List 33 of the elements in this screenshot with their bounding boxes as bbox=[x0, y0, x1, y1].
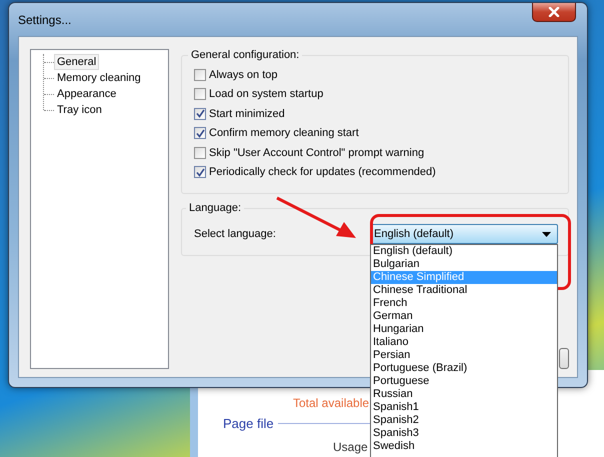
tree-item[interactable]: Tray icon bbox=[54, 102, 105, 118]
language-option[interactable]: Bulgarian bbox=[371, 258, 557, 271]
page-file-heading: Page file bbox=[223, 416, 274, 431]
language-option[interactable]: Russian bbox=[371, 388, 557, 401]
usage-label: Usage bbox=[333, 440, 368, 454]
checkbox-label: Confirm memory cleaning start bbox=[209, 127, 359, 140]
group-title: Language: bbox=[188, 202, 242, 214]
language-option[interactable]: Portuguese (Brazil) bbox=[371, 362, 557, 375]
language-option[interactable]: Spanish3 bbox=[371, 427, 557, 440]
language-option[interactable]: German bbox=[371, 310, 557, 323]
window-title: Settings... bbox=[18, 13, 72, 27]
select-language-label: Select language: bbox=[194, 228, 276, 240]
tree-item[interactable]: General bbox=[54, 54, 100, 70]
checkbox-label: Start minimized bbox=[209, 108, 285, 120]
language-option[interactable]: Hungarian bbox=[371, 323, 557, 336]
language-option[interactable]: French bbox=[371, 297, 557, 310]
tree-item[interactable]: Appearance bbox=[54, 86, 120, 102]
checkbox-label: Periodically check for updates (recommended) bbox=[209, 166, 436, 178]
checkbox-label: Always on top bbox=[209, 68, 278, 81]
language-option[interactable]: Italiano bbox=[371, 336, 557, 349]
language-option[interactable]: Spanish2 bbox=[371, 414, 557, 427]
language-option[interactable]: Portuguese bbox=[371, 375, 557, 388]
language-option[interactable]: Spanish1 bbox=[371, 401, 557, 414]
language-option[interactable]: Chinese Traditional bbox=[371, 284, 557, 297]
group-title: General configuration: bbox=[190, 49, 300, 61]
checkbox-label: Skip "User Account Control" prompt warning bbox=[209, 146, 424, 159]
language-dropdown[interactable]: English (default) bbox=[370, 224, 558, 244]
language-option[interactable]: Swedish bbox=[371, 440, 557, 453]
tree-item[interactable]: Memory cleaning bbox=[54, 70, 144, 86]
checkbox-label: Load on system startup bbox=[209, 88, 324, 100]
total-available-label: Total available bbox=[293, 396, 370, 410]
language-option[interactable]: Persian bbox=[371, 349, 557, 362]
language-option[interactable]: English (default) bbox=[371, 245, 557, 258]
